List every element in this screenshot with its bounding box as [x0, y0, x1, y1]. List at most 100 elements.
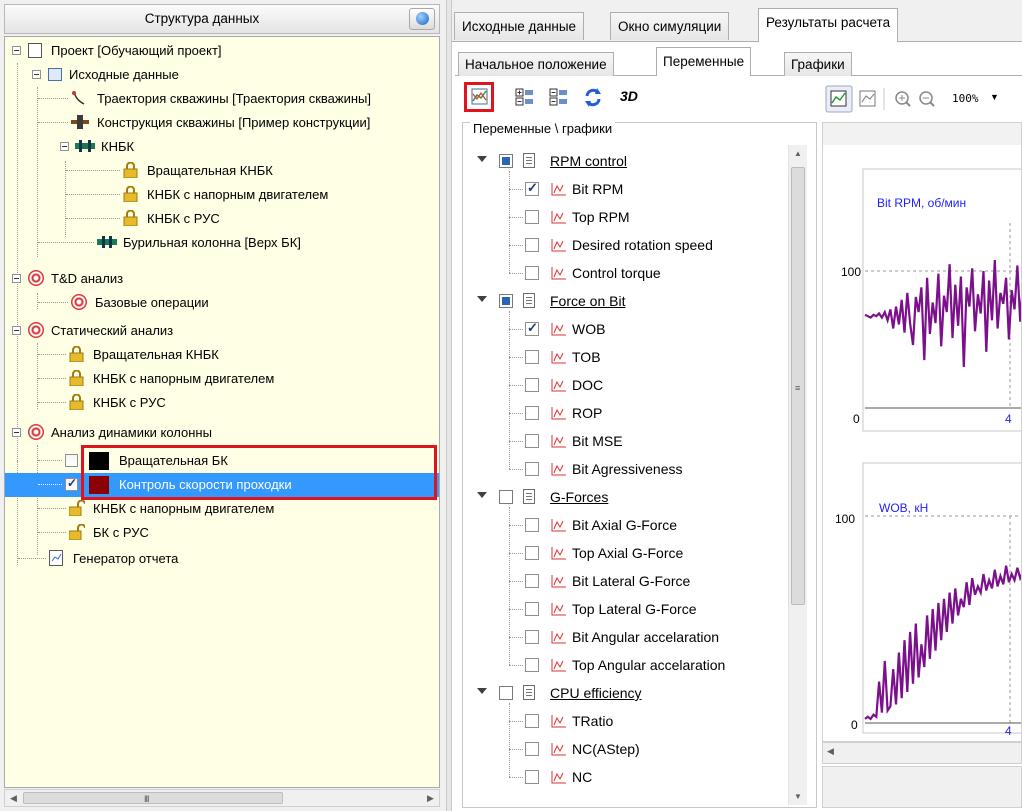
scroll-left-icon[interactable]: ◀ — [827, 746, 834, 757]
tree-item-static-motor[interactable]: КНБК с напорным двигателем — [5, 367, 439, 391]
variable-item[interactable]: Bit Lateral G-Force — [465, 567, 787, 595]
tab-results[interactable]: Результаты расчета — [758, 8, 899, 42]
tab-charts[interactable]: Графики — [784, 52, 852, 76]
variable-item[interactable]: Control torque — [465, 259, 787, 287]
collapse-arrow-icon[interactable] — [477, 156, 487, 162]
tree-item-report-generator[interactable]: Генератор отчета — [5, 547, 439, 571]
tab-simulation-window[interactable]: Окно симуляции — [610, 12, 730, 40]
tree-item-td-analysis[interactable]: T&D анализ — [5, 267, 439, 291]
variable-item[interactable]: Top Angular accelaration — [465, 651, 787, 679]
variable-item[interactable]: Desired rotation speed — [465, 231, 787, 259]
variable-checkbox[interactable] — [525, 742, 539, 756]
group-checkbox[interactable] — [499, 490, 513, 504]
chart-list-button[interactable] — [859, 90, 876, 107]
tree-item-static-analysis[interactable]: Статический анализ — [5, 319, 439, 343]
scroll-down-icon[interactable]: ▼ — [789, 788, 807, 805]
tree-item-project[interactable]: Проект [Обучающий проект] — [5, 39, 439, 63]
variable-checkbox[interactable] — [525, 210, 539, 224]
globe-button[interactable] — [409, 8, 435, 30]
tree-item-bha-motor[interactable]: КНБК с напорным двигателем — [5, 183, 439, 207]
tree-item-static-rotary[interactable]: Вращательная КНБК — [5, 343, 439, 367]
group-checkbox[interactable] — [499, 154, 513, 168]
variable-item[interactable]: Top RPM — [465, 203, 787, 231]
tree-horizontal-scrollbar[interactable]: ◀ III ▶ — [4, 789, 440, 807]
variable-item[interactable]: Bit Axial G-Force — [465, 511, 787, 539]
variable-checkbox[interactable] — [525, 714, 539, 728]
tree-item-static-rss[interactable]: КНБК с РУС — [5, 391, 439, 415]
refresh-button[interactable] — [578, 82, 608, 112]
tab-source-data[interactable]: Исходные данные — [454, 12, 585, 40]
chart-mode-button[interactable] — [825, 85, 853, 113]
variable-item[interactable]: NC(AStep) — [465, 735, 787, 763]
expand-all-button[interactable] — [510, 82, 540, 112]
tree-item-string-rss[interactable]: БК с РУС — [5, 521, 439, 545]
variable-item[interactable]: DOC — [465, 371, 787, 399]
variable-checkbox[interactable] — [525, 350, 539, 364]
scrollbar-thumb[interactable]: ≡ — [791, 167, 805, 605]
tree-item-bha-rotary[interactable]: Вращательная КНБК — [5, 159, 439, 183]
show-charts-button[interactable] — [464, 82, 494, 112]
variable-checkbox[interactable] — [525, 574, 539, 588]
run-checkbox[interactable] — [65, 476, 78, 491]
variable-checkbox[interactable] — [525, 406, 539, 420]
collapse-toggle[interactable] — [12, 274, 21, 283]
variable-checkbox[interactable] — [525, 434, 539, 448]
collapse-toggle[interactable] — [32, 70, 41, 79]
group-checkbox[interactable] — [499, 686, 513, 700]
variables-vertical-scrollbar[interactable]: ▲ ≡ ▼ — [788, 145, 807, 805]
collapse-toggle[interactable] — [60, 142, 69, 151]
variable-item[interactable]: TOB — [465, 343, 787, 371]
tree-item-drill-string[interactable]: Бурильная колонна [Верх БК] — [5, 231, 439, 255]
project-tree[interactable]: Проект [Обучающий проект] Исходные данны… — [4, 36, 440, 788]
scroll-right-icon[interactable]: ▶ — [422, 790, 439, 806]
scroll-up-icon[interactable]: ▲ — [789, 145, 807, 162]
variable-checkbox[interactable] — [525, 180, 539, 196]
variable-item[interactable]: Bit RPM — [465, 175, 787, 203]
collapse-arrow-icon[interactable] — [477, 492, 487, 498]
variable-item[interactable]: Bit MSE — [465, 427, 787, 455]
variable-group[interactable]: Force on Bit — [465, 287, 787, 315]
variable-item[interactable]: ROP — [465, 399, 787, 427]
tab-initial-position[interactable]: Начальное положение — [458, 52, 614, 76]
charts-horizontal-scrollbar[interactable]: ◀ — [822, 742, 1022, 764]
variable-checkbox[interactable] — [525, 238, 539, 252]
tree-item-string-motor[interactable]: КНБК с напорным двигателем — [5, 497, 439, 521]
zoom-in-button[interactable] — [895, 91, 911, 107]
variable-item[interactable]: NC — [465, 763, 787, 791]
variable-item[interactable]: Top Lateral G-Force — [465, 595, 787, 623]
variable-item[interactable]: WOB — [465, 315, 787, 343]
variable-checkbox[interactable] — [525, 320, 539, 336]
variable-checkbox[interactable] — [525, 630, 539, 644]
variable-checkbox[interactable] — [525, 658, 539, 672]
variable-checkbox[interactable] — [525, 378, 539, 392]
scrollbar-thumb[interactable]: III — [23, 792, 283, 804]
collapse-toggle[interactable] — [12, 326, 21, 335]
zoom-level[interactable]: 100% — [952, 92, 979, 105]
variable-checkbox[interactable] — [525, 266, 539, 280]
tree-item-source-data[interactable]: Исходные данные — [5, 63, 439, 87]
variable-item[interactable]: Bit Agressiveness — [465, 455, 787, 483]
scroll-left-icon[interactable]: ◀ — [5, 790, 22, 806]
zoom-out-button[interactable] — [919, 91, 935, 107]
variable-checkbox[interactable] — [525, 546, 539, 560]
tree-item-trajectory[interactable]: Траектория скважины [Траектория скважины… — [5, 87, 439, 111]
tree-item-bha-rss[interactable]: КНБК с РУС — [5, 207, 439, 231]
variable-item[interactable]: TRatio — [465, 707, 787, 735]
collapse-toggle[interactable] — [12, 428, 21, 437]
charts-view[interactable]: Bit RPM, об/мин 100 0 4 WOB, кН 100 0 4 — [822, 122, 1022, 742]
chevron-down-icon[interactable]: ▼ — [990, 92, 999, 102]
variables-tree[interactable]: RPM control Bit RPM Top RPM Desired rotatio… — [465, 145, 787, 805]
collapse-toggle[interactable] — [12, 46, 21, 55]
tree-item-dynamics-analysis[interactable]: Анализ динамики колонны — [5, 421, 439, 445]
collapse-all-button[interactable] — [544, 82, 574, 112]
variable-group[interactable]: G-Forces — [465, 483, 787, 511]
collapse-arrow-icon[interactable] — [477, 688, 487, 694]
run-checkbox[interactable] — [65, 454, 78, 467]
variable-group[interactable]: RPM control — [465, 147, 787, 175]
tab-variables[interactable]: Переменные — [656, 47, 752, 76]
tree-item-well-construction[interactable]: Конструкция скважины [Пример конструкции… — [5, 111, 439, 135]
variable-checkbox[interactable] — [525, 462, 539, 476]
tree-item-basic-operations[interactable]: Базовые операции — [5, 291, 439, 315]
variable-checkbox[interactable] — [525, 770, 539, 784]
3d-button[interactable]: 3D — [616, 82, 646, 112]
